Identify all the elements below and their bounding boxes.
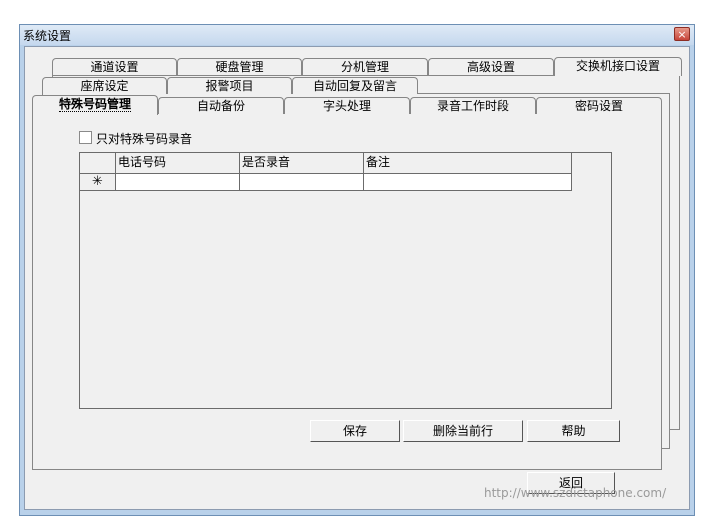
new-row-marker: ✳ [80, 174, 116, 191]
window-title: 系统设置 [23, 29, 72, 43]
watermark-url: http://www.szdictaphone.com/ [484, 486, 667, 500]
tab-password-settings[interactable]: 密码设置 [536, 97, 662, 114]
column-header-phone[interactable]: 电话号码 [116, 153, 240, 174]
new-row-phone-cell[interactable] [116, 174, 240, 191]
delete-current-row-button[interactable]: 删除当前行 [403, 420, 523, 442]
tab-switch-interface[interactable]: 交换机接口设置 [554, 57, 682, 76]
only-special-checkbox[interactable] [79, 131, 92, 144]
special-numbers-grid[interactable]: 电话号码 是否录音 备注 ✳ [79, 152, 612, 409]
tab-auto-reply[interactable]: 自动回复及留言 [292, 77, 418, 94]
tab-extension-management[interactable]: 分机管理 [302, 58, 428, 75]
tab-auto-backup[interactable]: 自动备份 [158, 97, 284, 114]
tab-disk-management[interactable]: 硬盘管理 [177, 58, 302, 75]
title-bar[interactable] [20, 25, 694, 45]
tab-channel-settings[interactable]: 通道设置 [52, 58, 177, 75]
tab-prefix-handling[interactable]: 字头处理 [284, 97, 410, 114]
tab-recording-schedule[interactable]: 录音工作时段 [410, 97, 536, 114]
grid-corner-header [80, 153, 116, 174]
new-row-record-cell[interactable] [240, 174, 364, 191]
new-row-note-cell[interactable] [364, 174, 572, 191]
tab-special-number-management[interactable]: 特殊号码管理 [32, 95, 158, 115]
save-button[interactable]: 保存 [310, 420, 400, 442]
close-button[interactable]: × [674, 27, 690, 41]
tab-active-label: 特殊号码管理 [58, 97, 131, 112]
only-special-option[interactable]: 只对特殊号码录音 [79, 130, 192, 146]
only-special-label: 只对特殊号码录音 [96, 132, 193, 146]
settings-window: 系统设置 × 通道设置 硬盘管理 分机管理 高级设置 交换机接口设置 座席设定 … [0, 0, 715, 528]
column-header-note[interactable]: 备注 [364, 153, 572, 174]
column-header-record[interactable]: 是否录音 [240, 153, 364, 174]
tab-advanced-settings[interactable]: 高级设置 [428, 58, 554, 75]
tab-alarm-items[interactable]: 报警项目 [167, 77, 292, 94]
tab-seat-settings[interactable]: 座席设定 [42, 77, 167, 94]
help-button[interactable]: 帮助 [527, 420, 620, 442]
